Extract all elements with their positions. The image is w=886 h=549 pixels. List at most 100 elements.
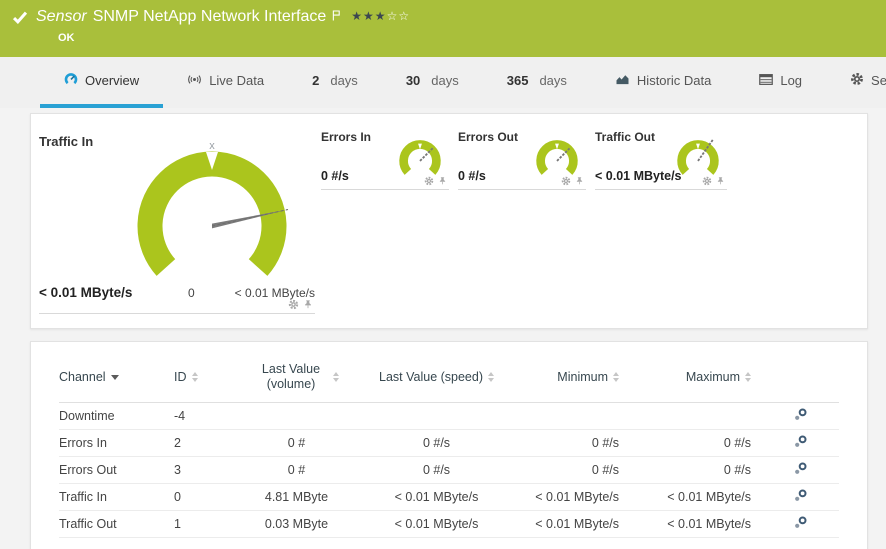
gauge-settings-gear-icon[interactable] bbox=[702, 176, 712, 186]
table-row-errors-in[interactable]: Errors In 2 0 # 0 #/s 0 #/s 0 #/s bbox=[59, 430, 839, 457]
gauge-pin-icon[interactable] bbox=[438, 176, 447, 186]
column-header-maximum[interactable]: Maximum bbox=[619, 370, 751, 384]
minimum-value: 0 #/s bbox=[514, 463, 619, 477]
tab-label: Live Data bbox=[209, 73, 264, 88]
object-type-label: Sensor bbox=[36, 8, 87, 26]
gauge-errors-out: Errors Out 0 #/s bbox=[458, 128, 586, 190]
sort-desc-icon bbox=[111, 375, 119, 380]
column-header-label: Last Value (speed) bbox=[379, 370, 483, 384]
table-row-traffic-in[interactable]: Traffic In 0 4.81 MByte < 0.01 MByte/s <… bbox=[59, 484, 839, 511]
last-value-volume: 0.03 MByte bbox=[234, 517, 359, 531]
maximum-value: 0 #/s bbox=[619, 436, 751, 450]
gauge-pin-icon[interactable] bbox=[716, 176, 725, 186]
gauge-traffic-out: Traffic Out < 0.01 MByte/s bbox=[595, 128, 727, 190]
column-header-minimum[interactable]: Minimum bbox=[514, 370, 619, 384]
tab-overview[interactable]: Overview bbox=[40, 57, 163, 108]
gauge-settings-gear-icon[interactable] bbox=[424, 176, 434, 186]
gauge-traffic-in: Traffic In x < 0.01 MByte/s 0 < 0.01 MBy… bbox=[31, 126, 321, 326]
sort-icon bbox=[488, 372, 494, 382]
log-icon bbox=[759, 73, 773, 88]
gear-icon bbox=[850, 72, 864, 89]
tab-settings[interactable]: Settings bbox=[826, 57, 886, 108]
edit-channel-icon[interactable] bbox=[794, 462, 807, 475]
tab-bar: Overview Live Data 2days 30days 365days … bbox=[0, 57, 886, 108]
maximum-value: 0 #/s bbox=[619, 463, 751, 477]
edit-channel-icon[interactable] bbox=[794, 516, 807, 529]
tab-number: 365 bbox=[507, 73, 529, 88]
gauge-title: Traffic In bbox=[39, 134, 93, 149]
maximum-value: < 0.01 MByte/s bbox=[619, 517, 751, 531]
sensor-status-bar: Sensor SNMP NetApp Network Interface ★★★… bbox=[0, 0, 886, 57]
tab-label: days bbox=[539, 73, 566, 88]
minimum-value: < 0.01 MByte/s bbox=[514, 517, 619, 531]
gauge-current-value: < 0.01 MByte/s bbox=[595, 169, 682, 183]
table-row-traffic-out[interactable]: Traffic Out 1 0.03 MByte < 0.01 MByte/s … bbox=[59, 511, 839, 538]
last-value-volume: 0 # bbox=[234, 436, 359, 450]
gauge-settings-gear-icon[interactable] bbox=[561, 176, 571, 186]
sort-icon bbox=[192, 372, 198, 382]
last-value-speed: < 0.01 MByte/s bbox=[359, 517, 514, 531]
tab-label: Log bbox=[780, 73, 802, 88]
gauge-title: Traffic Out bbox=[595, 130, 655, 144]
tab-2-days[interactable]: 2days bbox=[288, 57, 382, 108]
sort-icon bbox=[745, 372, 751, 382]
gauge-min-label: 0 bbox=[188, 286, 195, 300]
live-signal-icon bbox=[187, 73, 202, 89]
column-header-label: Last Value (volume) bbox=[254, 362, 328, 392]
tab-label: days bbox=[431, 73, 458, 88]
gauge-icon bbox=[64, 72, 78, 89]
gauge-errors-in: Errors In 0 #/s bbox=[321, 128, 449, 190]
column-header-channel[interactable]: Channel bbox=[59, 370, 174, 384]
gauge-pin-icon[interactable] bbox=[303, 299, 313, 310]
minimum-value: < 0.01 MByte/s bbox=[514, 490, 619, 504]
table-row-errors-out[interactable]: Errors Out 3 0 # 0 #/s 0 #/s 0 #/s bbox=[59, 457, 839, 484]
channel-name: Traffic In bbox=[59, 490, 174, 504]
status-badge: OK bbox=[58, 32, 874, 44]
gauge-current-value: < 0.01 MByte/s bbox=[39, 285, 132, 300]
traffic-in-gauge-dial: x bbox=[127, 138, 297, 300]
edit-channel-icon[interactable] bbox=[794, 408, 807, 421]
sort-icon bbox=[333, 372, 339, 382]
stars-filled: ★★★ bbox=[351, 9, 386, 23]
gauge-pin-icon[interactable] bbox=[575, 176, 584, 186]
tab-log[interactable]: Log bbox=[735, 57, 826, 108]
tab-30-days[interactable]: 30days bbox=[382, 57, 483, 108]
column-header-label: Minimum bbox=[557, 370, 608, 384]
gauge-settings-gear-icon[interactable] bbox=[288, 299, 299, 310]
tab-live-data[interactable]: Live Data bbox=[163, 57, 288, 108]
channels-table-panel: Channel ID Last Value (volume) Last Valu… bbox=[30, 341, 868, 549]
channel-id: -4 bbox=[174, 409, 234, 423]
channel-name: Errors In bbox=[59, 436, 174, 450]
tab-historic-data[interactable]: Historic Data bbox=[591, 57, 735, 108]
tab-label: Historic Data bbox=[637, 73, 711, 88]
tab-label: Settings bbox=[871, 73, 886, 88]
table-row-downtime[interactable]: Downtime -4 bbox=[59, 403, 839, 430]
column-header-label: ID bbox=[174, 370, 187, 384]
ok-check-icon bbox=[12, 11, 28, 29]
edit-channel-icon[interactable] bbox=[794, 435, 807, 448]
gauge-title: Errors Out bbox=[458, 130, 518, 144]
last-value-volume: 0 # bbox=[234, 463, 359, 477]
chart-icon bbox=[615, 73, 630, 88]
last-value-volume: 4.81 MByte bbox=[234, 490, 359, 504]
gauge-max-label: < 0.01 MByte/s bbox=[235, 286, 315, 300]
column-header-last-value-volume[interactable]: Last Value (volume) bbox=[234, 362, 359, 392]
tab-365-days[interactable]: 365 days bbox=[483, 57, 591, 108]
edit-channel-icon[interactable] bbox=[794, 489, 807, 502]
column-header-last-value-speed[interactable]: Last Value (speed) bbox=[359, 370, 514, 384]
gauge-axis-marker: x bbox=[209, 140, 215, 152]
last-value-speed: 0 #/s bbox=[359, 463, 514, 477]
gauge-current-value: 0 #/s bbox=[321, 169, 349, 183]
column-header-label: Channel bbox=[59, 370, 106, 384]
stars-empty: ☆☆ bbox=[387, 9, 411, 23]
column-header-label: Maximum bbox=[686, 370, 740, 384]
tab-number: 2 bbox=[312, 73, 319, 88]
priority-stars[interactable]: ★★★☆☆ bbox=[351, 9, 410, 23]
tab-label: Overview bbox=[85, 73, 139, 88]
channel-id: 0 bbox=[174, 490, 234, 504]
column-header-id[interactable]: ID bbox=[174, 370, 234, 384]
channel-name: Errors Out bbox=[59, 463, 174, 477]
gauge-title: Errors In bbox=[321, 130, 371, 144]
channel-id: 2 bbox=[174, 436, 234, 450]
channel-id: 1 bbox=[174, 517, 234, 531]
